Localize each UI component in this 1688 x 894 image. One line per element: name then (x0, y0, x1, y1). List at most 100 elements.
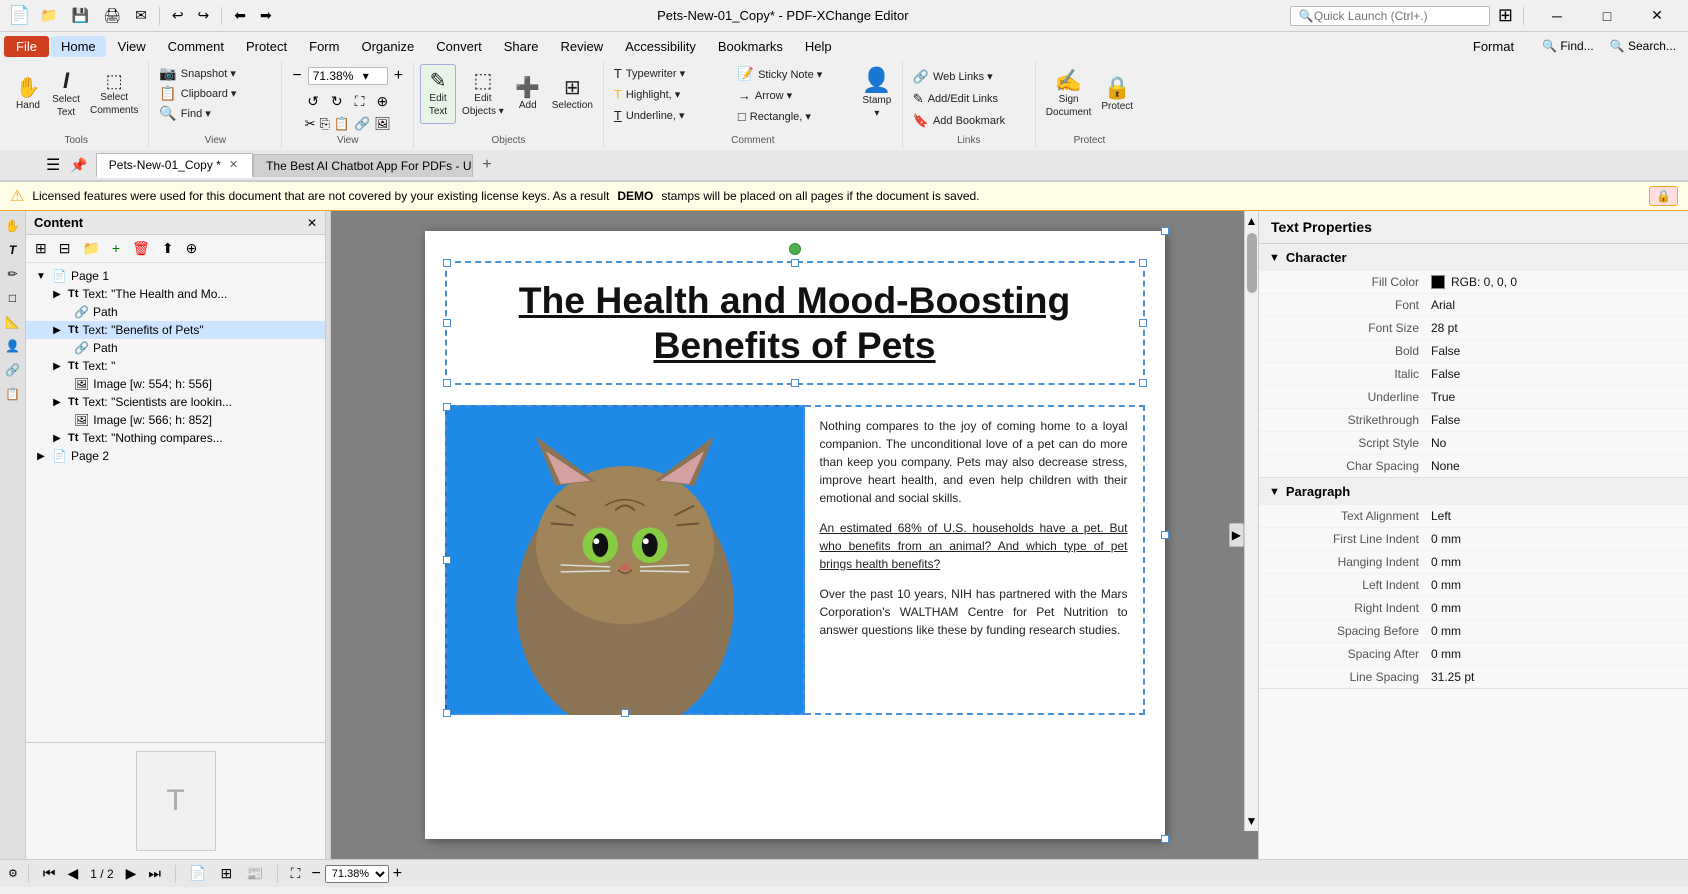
sidebar-group-btn[interactable]: 📁 (77, 238, 104, 259)
settings-gear-btn[interactable]: ⚙ (8, 867, 18, 880)
tab-pets-close[interactable]: ✕ (227, 158, 240, 171)
zoom-plus-btn[interactable]: + (390, 65, 407, 87)
snapshot-btn[interactable]: 📷 Snapshot ▾ (155, 64, 275, 82)
select-comments-btn[interactable]: ⬚ Select Comments (86, 64, 142, 124)
img-resize-tl[interactable] (443, 403, 451, 411)
scroll-up-btn[interactable]: ▲ (1245, 211, 1258, 231)
zoom-minus-btn[interactable]: − (288, 65, 305, 87)
add-ribbon-btn[interactable]: ➕ Add (510, 64, 546, 124)
sidebar-layer-btn[interactable]: ⊕ (181, 238, 203, 259)
zoom-dropdown-icon[interactable]: ▾ (363, 69, 369, 83)
typewriter-ribbon-btn[interactable]: T Typewriter ▾ (610, 64, 730, 83)
text-resize-mr[interactable] (1161, 531, 1169, 539)
img-resize-bl[interactable] (443, 709, 451, 717)
nav-link-btn[interactable]: 🔗 (2, 359, 24, 381)
tree-text-health[interactable]: ▶ Tt Text: "The Health and Mo... (26, 285, 325, 303)
resize-br[interactable] (1139, 379, 1147, 387)
tree-path2[interactable]: 🔗 Path (26, 339, 325, 357)
view-single-btn[interactable]: 📄 (186, 865, 209, 882)
expand-right-btn[interactable]: ▶ (1229, 523, 1244, 547)
expander-page2[interactable]: ▶ (34, 451, 48, 462)
vertical-scrollbar[interactable]: ▲ ▼ (1244, 211, 1258, 831)
pdf-canvas-area[interactable]: ▲ ▼ ▶ The Health and Mood-BoostingBe (331, 211, 1258, 859)
hand-tool-btn[interactable]: ✋ Hand (10, 64, 46, 124)
save-btn[interactable]: 💾 (68, 5, 93, 26)
tree-text-benefits[interactable]: ▶ Tt Text: "Benefits of Pets" (26, 321, 325, 339)
selection-ribbon-btn[interactable]: ⊞ Selection (548, 64, 597, 124)
sidebar-collapse-btn[interactable]: ⊟ (54, 238, 76, 259)
menu-convert[interactable]: Convert (426, 36, 492, 57)
fill-color-swatch[interactable] (1431, 275, 1445, 289)
expander-scientists[interactable]: ▶ (50, 397, 64, 408)
nav-next-btn[interactable]: ▶ (122, 864, 141, 883)
cat-image-box[interactable] (445, 405, 805, 715)
edit-objects-ribbon-btn[interactable]: ⬚ Edit Objects ▾ (458, 64, 508, 124)
nav-hand-btn[interactable]: ✋ (2, 215, 24, 237)
sign-document-btn[interactable]: ✍ Sign Document (1042, 64, 1096, 124)
menu-comment[interactable]: Comment (158, 36, 234, 57)
arrow-ribbon-btn[interactable]: → Arrow ▾ (734, 86, 854, 105)
menu-format[interactable]: Format (1463, 36, 1524, 57)
new-file-btn[interactable]: 📁 (36, 5, 61, 26)
zoom-select[interactable]: 71.38% 50% 75% 100% 125% 150% (325, 865, 389, 883)
resize-ml[interactable] (443, 319, 451, 327)
nav-prev-btn[interactable]: ◀ (63, 864, 82, 883)
pdf-text-column[interactable]: Nothing compares to the joy of coming ho… (805, 405, 1145, 715)
rotate-left-btn[interactable]: ↺ (303, 91, 323, 112)
tree-text-scientists[interactable]: ▶ Tt Text: "Scientists are lookin... (26, 393, 325, 411)
scroll-down-btn[interactable]: ▼ (1245, 811, 1258, 831)
tree-page1[interactable]: ▼ 📄 Page 1 (26, 267, 325, 285)
copy-btn[interactable]: ⎘ (320, 116, 330, 132)
expander-page1[interactable]: ▼ (34, 271, 48, 282)
rotate-right-btn[interactable]: ↻ (327, 91, 347, 112)
menu-bookmarks[interactable]: Bookmarks (708, 36, 793, 57)
email-btn[interactable]: ✉ (131, 5, 151, 26)
scroll-thumb[interactable] (1247, 233, 1257, 293)
undo-btn[interactable]: ↩ (168, 5, 188, 26)
paste-btn[interactable]: 📋 (334, 116, 350, 132)
nav-measure-btn[interactable]: 📐 (2, 311, 24, 333)
menu-home[interactable]: Home (51, 36, 106, 57)
sidebar-expand-btn[interactable]: ⊞ (30, 238, 52, 259)
select-text-btn[interactable]: I Select Text (48, 64, 84, 124)
rotation-handle[interactable] (789, 243, 801, 255)
highlight-ribbon-btn[interactable]: T Highlight, ▾ (610, 85, 730, 104)
tab-updf[interactable]: The Best AI Chatbot App For PDFs - UPDF … (253, 154, 473, 177)
resize-mr[interactable] (1139, 319, 1147, 327)
sidebar-close-btn[interactable]: ✕ (307, 216, 317, 230)
menu-review[interactable]: Review (550, 36, 613, 57)
find-ribbon-btn[interactable]: 🔍 Find ▾ (155, 104, 275, 122)
sidebar-delete-btn[interactable]: 🗑 (127, 238, 155, 259)
tree-page2[interactable]: ▶ 📄 Page 2 (26, 447, 325, 465)
layout-icon[interactable]: ⊞ (1498, 5, 1513, 26)
rectangle-ribbon-btn[interactable]: □ Rectangle, ▾ (734, 107, 854, 126)
menu-protect[interactable]: Protect (236, 36, 297, 57)
sticky-note-ribbon-btn[interactable]: 📝 Sticky Note ▾ (734, 64, 854, 84)
pdf-title-box[interactable]: The Health and Mood-BoostingBenefits of … (445, 261, 1145, 385)
menu-form[interactable]: Form (299, 36, 349, 57)
menu-help[interactable]: Help (795, 36, 842, 57)
menu-accessibility[interactable]: Accessibility (615, 36, 706, 57)
find-btn[interactable]: 🔍 Find... (1534, 37, 1602, 55)
web-links-btn[interactable]: 🔗 Web Links ▾ (909, 67, 1029, 87)
zoom-out-status-btn[interactable]: − (311, 865, 320, 883)
text-resize-br[interactable] (1161, 835, 1169, 843)
menu-view[interactable]: View (108, 36, 156, 57)
img-resize-bm[interactable] (621, 709, 629, 717)
menu-organize[interactable]: Organize (351, 36, 424, 57)
add-bookmark-btn[interactable]: 🔖 Add Bookmark (909, 111, 1029, 131)
resize-bl[interactable] (443, 379, 451, 387)
image2-btn[interactable]: 🖼 (374, 116, 391, 132)
underline-ribbon-btn[interactable]: T Underline, ▾ (610, 106, 730, 125)
link-btn[interactable]: 🔗 (354, 116, 370, 132)
zoom-in-status-btn[interactable]: + (393, 865, 402, 883)
protect-btn[interactable]: 🔒 Protect (1097, 64, 1137, 124)
expander-nothing[interactable]: ▶ (50, 433, 64, 444)
nav-form-btn[interactable]: 📋 (2, 383, 24, 405)
tree-image2[interactable]: 🖼 Image [w: 566; h: 852] (26, 411, 325, 429)
tree-path1[interactable]: 🔗 Path (26, 303, 325, 321)
zoom-input[interactable] (313, 69, 363, 83)
new-tab-btn[interactable]: + (473, 151, 501, 179)
menu-file[interactable]: File (4, 36, 49, 57)
img-resize-ml[interactable] (443, 556, 451, 564)
